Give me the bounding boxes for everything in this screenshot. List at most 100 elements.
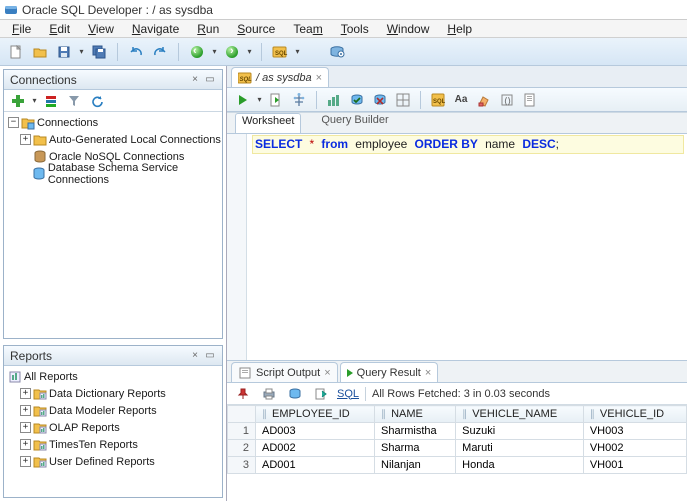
clear-button[interactable]: [474, 90, 494, 110]
commit-button[interactable]: [347, 90, 367, 110]
reports-item[interactable]: +Data Modeler Reports: [4, 402, 222, 419]
connections-tree[interactable]: − Connections + Auto-Generated Local Con…: [4, 112, 222, 338]
column-handle-icon[interactable]: ∥: [262, 409, 269, 420]
dba-button[interactable]: [327, 42, 347, 62]
editor-tab-sysdba[interactable]: SQL / as sysdba ×: [231, 67, 329, 87]
cell[interactable]: VH002: [583, 440, 686, 457]
print-button[interactable]: [259, 384, 279, 404]
back-dropdown[interactable]: ▾: [211, 42, 218, 62]
column-header[interactable]: ∥ NAME: [375, 406, 456, 423]
cell[interactable]: Honda: [456, 457, 584, 474]
to-upper-button[interactable]: Aa: [451, 90, 471, 110]
column-header[interactable]: ∥ VEHICLE_NAME: [456, 406, 584, 423]
panel-min-icon[interactable]: ▭: [204, 350, 216, 362]
menu-file[interactable]: File: [4, 21, 39, 37]
table-row[interactable]: 1AD003SharmisthaSuzukiVH003: [228, 423, 687, 440]
menu-window[interactable]: Window: [379, 21, 438, 37]
open-button[interactable]: [30, 42, 50, 62]
run-statement-button[interactable]: [233, 90, 253, 110]
tns-button[interactable]: [41, 91, 61, 111]
expand-icon[interactable]: +: [20, 405, 31, 416]
forward-button[interactable]: ›: [222, 42, 242, 62]
fetch-button[interactable]: [311, 384, 331, 404]
menu-view[interactable]: View: [80, 21, 122, 37]
menu-run[interactable]: Run: [189, 21, 227, 37]
cell[interactable]: VH003: [583, 423, 686, 440]
cell[interactable]: Sharmistha: [375, 423, 456, 440]
column-handle-icon[interactable]: ∥: [590, 409, 597, 420]
cell[interactable]: Suzuki: [456, 423, 584, 440]
sql-code-line[interactable]: SELECT * from employee ORDER BY name DES…: [253, 136, 683, 153]
cell[interactable]: Maruti: [456, 440, 584, 457]
row-num-header[interactable]: [228, 406, 256, 423]
report-button[interactable]: [520, 90, 540, 110]
panel-min-icon[interactable]: ▭: [204, 74, 216, 86]
sql-worksheet-dropdown[interactable]: ▾: [294, 42, 301, 62]
conn-item-schema[interactable]: Database Schema Service Connections: [4, 165, 222, 182]
reports-item[interactable]: +OLAP Reports: [4, 419, 222, 436]
results-grid[interactable]: ∥ EMPLOYEE_ID∥ NAME∥ VEHICLE_NAME∥ VEHIC…: [227, 405, 687, 501]
new-connection-button[interactable]: [8, 91, 28, 111]
column-header[interactable]: ∥ VEHICLE_ID: [583, 406, 686, 423]
pin-button[interactable]: [233, 384, 253, 404]
run-dropdown[interactable]: ▾: [256, 90, 263, 110]
undo-button[interactable]: [126, 42, 146, 62]
cell[interactable]: AD003: [256, 423, 375, 440]
menu-team[interactable]: Team: [285, 21, 330, 37]
menu-help[interactable]: Help: [439, 21, 480, 37]
conn-item-autogen[interactable]: + Auto-Generated Local Connections: [4, 131, 222, 148]
menu-source[interactable]: Source: [229, 21, 283, 37]
tab-query-builder[interactable]: Query Builder: [315, 113, 394, 133]
explain-plan-button[interactable]: [289, 90, 309, 110]
unshared-button[interactable]: [393, 90, 413, 110]
table-row[interactable]: 2AD002SharmaMarutiVH002: [228, 440, 687, 457]
export-button[interactable]: [285, 384, 305, 404]
column-handle-icon[interactable]: ∥: [462, 409, 469, 420]
close-tab-icon[interactable]: ×: [316, 72, 322, 84]
sql-editor[interactable]: SELECT * from employee ORDER BY name DES…: [227, 134, 687, 361]
autotrace-button[interactable]: [324, 90, 344, 110]
snippets-button[interactable]: ⟨⟩: [497, 90, 517, 110]
close-tab-icon[interactable]: ×: [324, 367, 330, 379]
tab-query-result[interactable]: Query Result ×: [340, 362, 439, 382]
save-dropdown[interactable]: ▾: [78, 42, 85, 62]
expand-icon[interactable]: +: [20, 134, 31, 145]
back-button[interactable]: ‹: [187, 42, 207, 62]
panel-close-icon[interactable]: ×: [189, 350, 201, 362]
results-table[interactable]: ∥ EMPLOYEE_ID∥ NAME∥ VEHICLE_NAME∥ VEHIC…: [227, 405, 687, 474]
expand-icon[interactable]: +: [20, 456, 31, 467]
reports-root[interactable]: All Reports: [4, 368, 222, 385]
run-script-button[interactable]: [266, 90, 286, 110]
new-connection-dropdown[interactable]: ▾: [31, 91, 38, 111]
expand-icon[interactable]: +: [20, 388, 31, 399]
sql-history-button[interactable]: SQL: [428, 90, 448, 110]
table-row[interactable]: 3AD001NilanjanHondaVH001: [228, 457, 687, 474]
refresh-button[interactable]: [87, 91, 107, 111]
sql-link[interactable]: SQL: [337, 388, 359, 400]
rollback-button[interactable]: [370, 90, 390, 110]
menu-tools[interactable]: Tools: [333, 21, 377, 37]
connections-root[interactable]: − Connections: [4, 114, 222, 131]
menu-edit[interactable]: Edit: [41, 21, 78, 37]
reports-item[interactable]: +TimesTen Reports: [4, 436, 222, 453]
new-button[interactable]: [6, 42, 26, 62]
cell[interactable]: Nilanjan: [375, 457, 456, 474]
menu-navigate[interactable]: Navigate: [124, 21, 187, 37]
redo-button[interactable]: [150, 42, 170, 62]
reports-item[interactable]: +User Defined Reports: [4, 453, 222, 470]
close-tab-icon[interactable]: ×: [425, 367, 431, 379]
expand-icon[interactable]: +: [20, 439, 31, 450]
panel-close-icon[interactable]: ×: [189, 74, 201, 86]
expand-icon[interactable]: +: [20, 422, 31, 433]
collapse-icon[interactable]: −: [8, 117, 19, 128]
filter-button[interactable]: [64, 91, 84, 111]
save-all-button[interactable]: [89, 42, 109, 62]
cell[interactable]: Sharma: [375, 440, 456, 457]
sql-worksheet-button[interactable]: SQL: [270, 42, 290, 62]
save-button[interactable]: [54, 42, 74, 62]
reports-tree[interactable]: All Reports +Data Dictionary Reports+Dat…: [4, 366, 222, 497]
forward-dropdown[interactable]: ▾: [246, 42, 253, 62]
column-handle-icon[interactable]: ∥: [381, 409, 388, 420]
reports-item[interactable]: +Data Dictionary Reports: [4, 385, 222, 402]
cell[interactable]: VH001: [583, 457, 686, 474]
